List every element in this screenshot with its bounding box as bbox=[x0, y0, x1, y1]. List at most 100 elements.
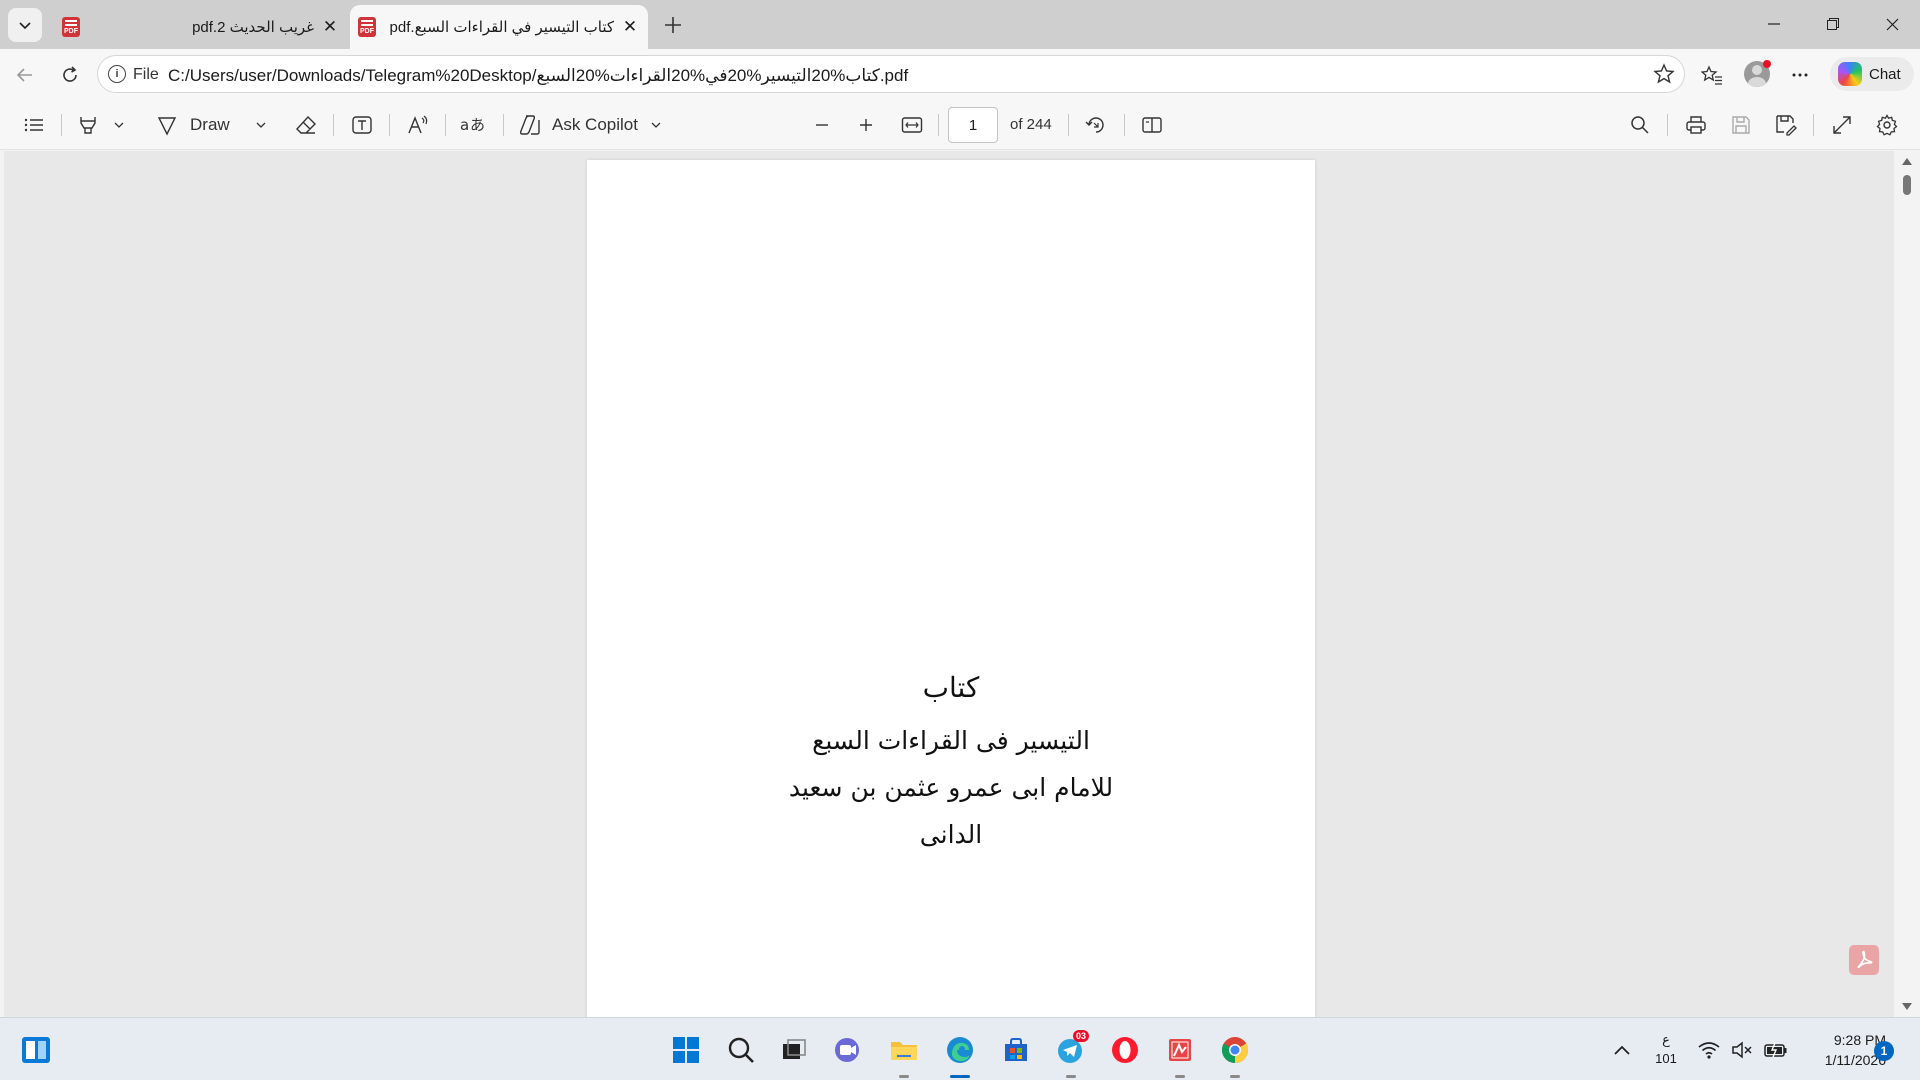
draw-button[interactable]: Draw bbox=[156, 109, 242, 141]
notification-badge[interactable]: 1 bbox=[1874, 1041, 1894, 1061]
minimize-icon bbox=[1768, 23, 1780, 25]
tab-gharib-hadith[interactable]: PDF غريب الحديث 2.pdf ✕ bbox=[54, 5, 348, 49]
pdf-page: كتاب التيسير فى القراءات السبع للامام اب… bbox=[587, 160, 1315, 1017]
pdf-file-icon: PDF bbox=[358, 17, 376, 37]
close-tab-icon[interactable]: ✕ bbox=[320, 17, 340, 37]
new-tab-button[interactable] bbox=[658, 10, 688, 40]
taskbar-microsoft-store[interactable] bbox=[996, 1030, 1036, 1070]
clock-time: 9:28 PM bbox=[1833, 1032, 1886, 1048]
close-window-button[interactable] bbox=[1869, 6, 1915, 42]
title-page-text: كتاب التيسير فى القراءات السبع للامام اب… bbox=[587, 664, 1315, 858]
favorites-button[interactable] bbox=[1695, 58, 1729, 92]
ask-copilot-button[interactable]: Ask Copilot bbox=[518, 109, 668, 141]
running-indicator bbox=[1230, 1075, 1240, 1078]
toolbar-divider bbox=[1813, 114, 1814, 136]
toolbar-divider bbox=[333, 114, 334, 136]
restore-icon bbox=[1827, 18, 1839, 30]
opera-icon bbox=[1112, 1037, 1138, 1063]
taskbar-chrome[interactable] bbox=[1215, 1030, 1255, 1078]
profile-alert-badge bbox=[1763, 60, 1771, 68]
fit-to-width-button[interactable] bbox=[896, 109, 928, 141]
zoom-out-button[interactable] bbox=[806, 109, 838, 141]
taskbar-edge[interactable] bbox=[940, 1030, 980, 1078]
draw-icon bbox=[157, 117, 177, 136]
clock[interactable]: 9:28 PM 1/11/2026 bbox=[1796, 1030, 1886, 1070]
find-button[interactable] bbox=[1624, 109, 1656, 141]
highlighter-icon bbox=[80, 117, 96, 134]
scroll-down-arrow[interactable] bbox=[1902, 1003, 1912, 1010]
add-text-button[interactable] bbox=[346, 109, 378, 141]
author-line: للامام ابى عمرو عثمن بن سعيد bbox=[788, 773, 1114, 802]
rotate-button[interactable] bbox=[1080, 109, 1112, 141]
taskbar-telegram[interactable]: 03 bbox=[1051, 1030, 1091, 1078]
refresh-button[interactable] bbox=[53, 58, 87, 92]
tab-taysir[interactable]: PDF كتاب التيسير في القراءات السبع.pdf ✕ bbox=[350, 5, 648, 49]
taskbar-opera[interactable] bbox=[1105, 1030, 1145, 1070]
toolbar-divider bbox=[61, 114, 62, 136]
clock-date: 1/11/2026 bbox=[1824, 1052, 1886, 1068]
search-taskbar-button[interactable] bbox=[721, 1030, 761, 1070]
folder-icon bbox=[891, 1042, 917, 1060]
close-tab-icon[interactable]: ✕ bbox=[620, 17, 640, 37]
taskbar-file-explorer[interactable] bbox=[884, 1030, 924, 1078]
tab-actions-menu-button[interactable] bbox=[8, 8, 42, 42]
vertical-scrollbar[interactable] bbox=[1894, 151, 1920, 1017]
restore-button[interactable] bbox=[1810, 6, 1856, 42]
pdf-viewer[interactable]: كتاب التيسير فى القراءات السبع للامام اب… bbox=[4, 151, 1894, 1017]
print-button[interactable] bbox=[1680, 109, 1712, 141]
pdf-toolbar: Draw aあ Ask Copilot 1 of 244 bbox=[0, 100, 1920, 150]
pdf-settings-button[interactable] bbox=[1871, 109, 1903, 141]
widgets-button[interactable] bbox=[16, 1030, 56, 1070]
scheme-label: File bbox=[133, 66, 159, 83]
contents-button[interactable] bbox=[18, 109, 50, 141]
ask-copilot-label: Ask Copilot bbox=[552, 115, 638, 134]
save-as-button[interactable] bbox=[1770, 109, 1802, 141]
toolbar-divider bbox=[938, 114, 939, 136]
back-button[interactable] bbox=[8, 58, 42, 92]
copilot-chat-button[interactable]: Chat bbox=[1830, 57, 1914, 91]
minimize-button[interactable] bbox=[1751, 6, 1797, 42]
erase-button[interactable] bbox=[290, 109, 322, 141]
page-view-button[interactable] bbox=[1136, 109, 1168, 141]
highlight-button[interactable] bbox=[72, 109, 104, 141]
zoom-in-button[interactable] bbox=[850, 109, 882, 141]
draw-options-button[interactable] bbox=[250, 109, 272, 141]
start-button[interactable] bbox=[666, 1030, 706, 1070]
input-language-indicator[interactable]: ع 101 bbox=[1648, 1032, 1684, 1070]
active-app-indicator bbox=[950, 1075, 970, 1078]
scroll-up-arrow[interactable] bbox=[1902, 158, 1912, 165]
full-screen-button[interactable] bbox=[1826, 109, 1858, 141]
acrobat-icon bbox=[1857, 950, 1873, 969]
read-aloud-button[interactable] bbox=[402, 109, 434, 141]
navigation-bar: i File C:/Users/user/Downloads/Telegram%… bbox=[0, 49, 1920, 100]
url-text[interactable]: C:/Users/user/Downloads/Telegram%20Deskt… bbox=[168, 66, 908, 86]
list-icon bbox=[24, 118, 43, 132]
toolbar-divider bbox=[503, 114, 504, 136]
add-favorite-button[interactable] bbox=[1652, 62, 1676, 86]
save-button[interactable] bbox=[1725, 109, 1757, 141]
pdf-file-icon: PDF bbox=[62, 17, 80, 37]
favorites-icon bbox=[1701, 65, 1722, 85]
address-bar[interactable]: i File C:/Users/user/Downloads/Telegram%… bbox=[97, 55, 1685, 93]
search-icon bbox=[1631, 116, 1649, 134]
quick-settings-button[interactable] bbox=[1698, 1038, 1788, 1062]
arrow-left-icon bbox=[16, 68, 32, 82]
show-hidden-icons-button[interactable] bbox=[1604, 1030, 1640, 1070]
running-indicator bbox=[899, 1075, 909, 1078]
info-icon[interactable]: i bbox=[108, 65, 126, 83]
settings-more-button[interactable] bbox=[1783, 58, 1817, 92]
svg-text:a: a bbox=[460, 116, 469, 134]
highlight-options-button[interactable] bbox=[108, 109, 130, 141]
wifi-icon bbox=[1698, 1042, 1720, 1059]
taskbar-meet-app[interactable] bbox=[828, 1030, 868, 1070]
task-view-button[interactable] bbox=[774, 1030, 814, 1070]
scroll-thumb[interactable] bbox=[1903, 175, 1911, 195]
more-horizontal-icon bbox=[1792, 73, 1808, 77]
page-number-input[interactable]: 1 bbox=[948, 107, 998, 143]
acrobat-button[interactable] bbox=[1849, 945, 1879, 975]
translate-button[interactable]: aあ bbox=[456, 109, 490, 141]
taskbar-pdf-app[interactable] bbox=[1160, 1030, 1200, 1078]
chrome-icon bbox=[1221, 1037, 1249, 1064]
toolbar-divider bbox=[445, 114, 446, 136]
chat-label: Chat bbox=[1869, 65, 1901, 83]
